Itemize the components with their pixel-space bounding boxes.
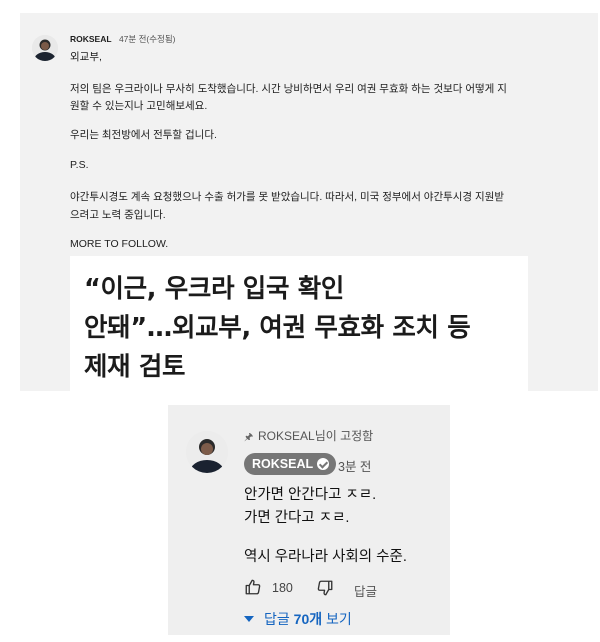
comment-time[interactable]: 47분 전(수정됨): [119, 34, 176, 44]
reply-button[interactable]: 답글: [354, 581, 377, 600]
comment-line: 원할 수 있는지나 고민해보세요.: [70, 100, 208, 112]
thumbs-up-icon[interactable]: [244, 578, 262, 596]
comment-line: 우리는 최전방에서 전투할 겁니다.: [70, 129, 217, 141]
headline-line: “이근, 우크라 입국 확인: [84, 274, 345, 304]
author-badge[interactable]: ROKSEAL: [244, 453, 337, 475]
comment-line: MORE TO FOLLOW.: [70, 238, 169, 250]
avatar[interactable]: [32, 35, 58, 61]
headline-line: 안돼”…외교부, 여권 무효화 조치 등: [84, 313, 471, 343]
view-replies-prefix: 답글: [264, 611, 294, 627]
comment-line: 야간투시경도 계속 요청했으나 수출 허가를 못 받았습니다. 따라서, 미국 …: [70, 191, 504, 203]
comment-line: 저의 팀은 우크라이나 무사히 도착했습니다. 시간 낭비하면서 우리 여권 무…: [70, 83, 507, 95]
view-replies-count: 70개: [293, 611, 323, 627]
pinned-label: 🖈 ROKSEAL님이 고정함: [244, 427, 373, 447]
comment-line: P.S.: [70, 159, 89, 171]
comment-line: 으려고 노력 중입니다.: [70, 209, 166, 221]
comment-header: ROKSEAL 47분 전(수정됨): [70, 33, 176, 45]
like-count: 180: [272, 581, 293, 595]
top-comment-panel: ROKSEAL 47분 전(수정됨) 외교부, 저의 팀은 우크라이나 무사히 …: [20, 13, 598, 391]
pinned-text: ROKSEAL님이 고정함: [258, 429, 374, 443]
view-replies-suffix: 보기: [322, 611, 352, 627]
author-name[interactable]: ROKSEAL: [252, 457, 313, 471]
comment-line: 가면 간다고 ㅈㄹ.: [244, 510, 350, 526]
view-replies-button[interactable]: 답글 70개 보기: [244, 610, 352, 628]
avatar[interactable]: [186, 431, 228, 473]
comment-line: 외교부,: [70, 51, 102, 63]
comment-line: 역시 우라나라 사회의 수준.: [244, 549, 407, 565]
caret-down-icon: [244, 616, 254, 622]
news-headline-card: “이근, 우크라 입국 확인 안돼”…외교부, 여권 무효화 조치 등 제재 검…: [70, 256, 528, 391]
headline-line: 제재 검토: [84, 352, 186, 382]
pin-icon: 🖈: [244, 432, 254, 443]
comment-time[interactable]: 3분 전: [338, 456, 371, 475]
comment-actions: 180 답글: [244, 578, 444, 600]
verified-check-icon: [317, 458, 330, 470]
pinned-comment-panel: 🖈 ROKSEAL님이 고정함 ROKSEAL 3분 전 안가면 안간다고 ㅈㄹ.…: [168, 405, 450, 635]
comment-line: 안가면 안간다고 ㅈㄹ.: [244, 487, 377, 503]
thumbs-down-icon[interactable]: [316, 579, 334, 597]
author-name[interactable]: ROKSEAL: [70, 34, 112, 44]
